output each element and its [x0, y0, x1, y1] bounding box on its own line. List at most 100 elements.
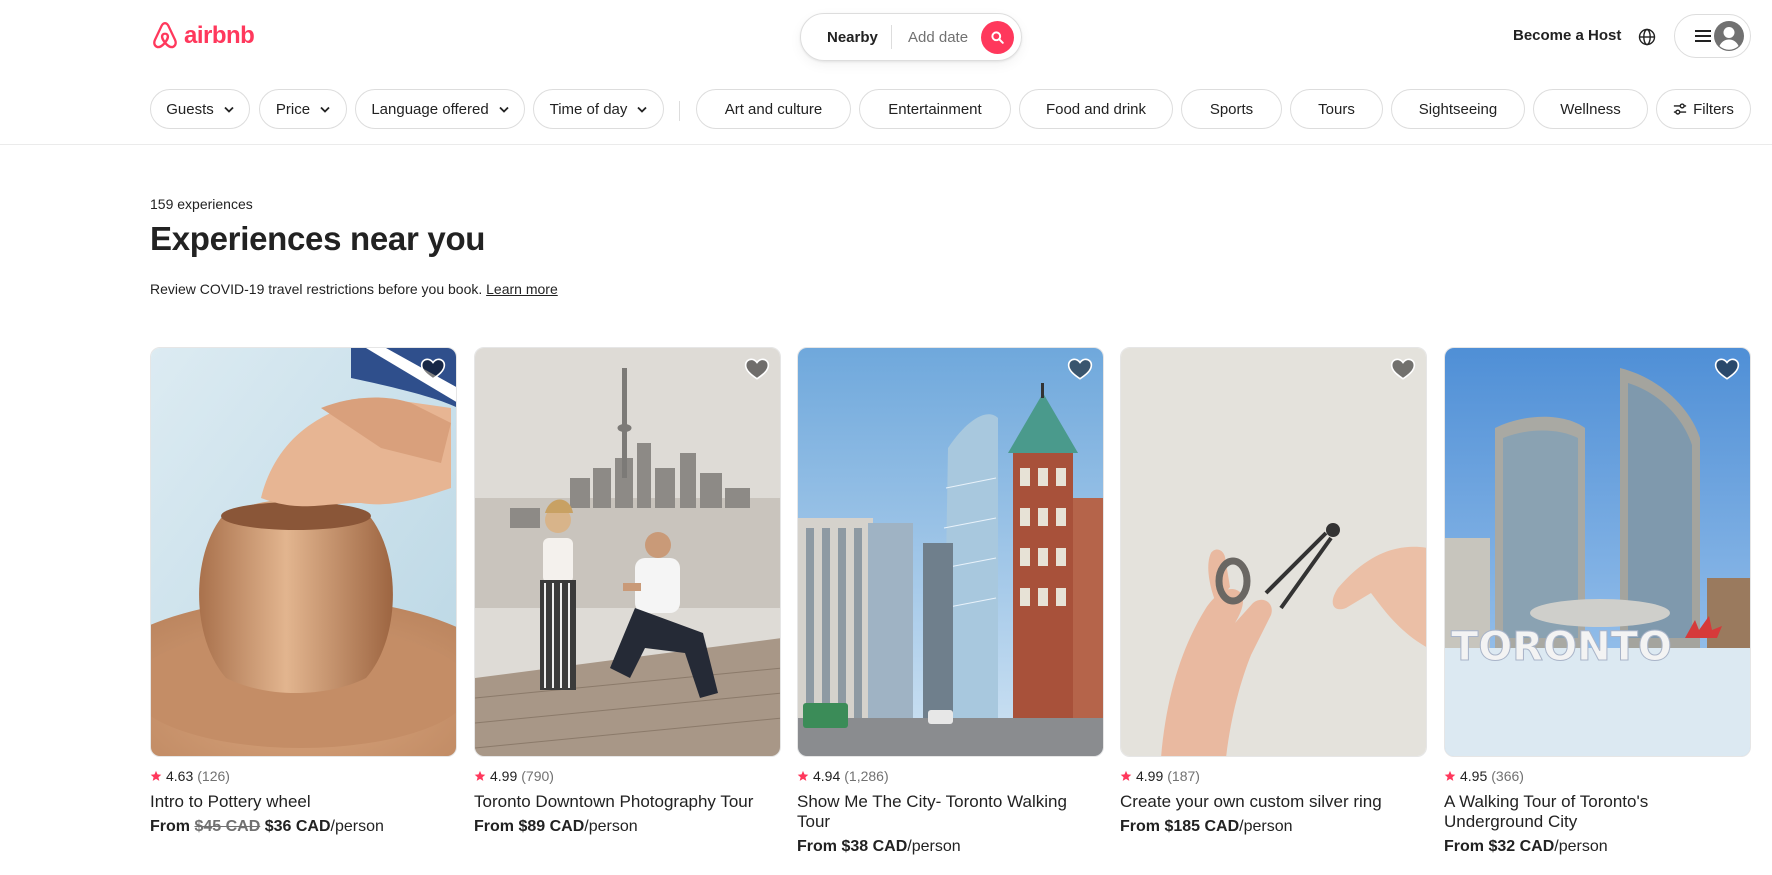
experience-card[interactable]: 4.94 (1,286) Show Me The City- Toronto W…	[797, 347, 1104, 856]
become-a-host-link[interactable]: Become a Host	[1513, 27, 1621, 44]
chevron-down-icon	[499, 106, 509, 113]
results-count: 159 experiences	[150, 196, 253, 212]
experience-card[interactable]: 4.63 (126) Intro to Pottery wheel From $…	[150, 347, 457, 836]
chevron-down-icon	[320, 106, 330, 113]
category-sightseeing[interactable]: Sightseeing	[1391, 89, 1525, 129]
category-entertainment[interactable]: Entertainment	[859, 89, 1011, 129]
category-food-and-drink[interactable]: Food and drink	[1019, 89, 1173, 129]
pill-label: Language offered	[371, 100, 489, 118]
star-icon	[474, 770, 486, 781]
experience-title[interactable]: Intro to Pottery wheel	[150, 792, 457, 812]
learn-more-link[interactable]: Learn more	[486, 281, 558, 297]
review-count: (790)	[521, 768, 554, 784]
experience-title[interactable]: A Walking Tour of Toronto's Underground …	[1444, 792, 1751, 832]
experience-title[interactable]: Create your own custom silver ring	[1120, 792, 1427, 812]
heart-icon[interactable]	[1390, 356, 1416, 382]
filters-label: Filters	[1693, 100, 1734, 118]
rating-value: 4.63	[166, 768, 194, 784]
price-row: From $38 CAD/person	[797, 838, 1104, 856]
pottery-photo	[151, 348, 456, 756]
photography-tour-photo	[475, 348, 780, 756]
brand-name: airbnb	[184, 22, 255, 49]
date-field[interactable]: Add date	[892, 29, 982, 46]
covid-text: Review COVID-19 travel restrictions befo…	[150, 281, 483, 297]
pill-label: Sightseeing	[1418, 100, 1498, 118]
top-navigation: airbnb Nearby Add date Become a Host Gue…	[0, 0, 1772, 145]
category-art-and-culture[interactable]: Art and culture	[696, 89, 851, 129]
experience-card[interactable]: 4.99 (187) Create your own custom silver…	[1120, 347, 1427, 836]
pill-label: Sports	[1209, 100, 1254, 118]
review-count: (366)	[1491, 768, 1524, 784]
heart-icon[interactable]	[1714, 356, 1740, 382]
airbnb-logo-icon	[153, 21, 177, 49]
experience-card[interactable]: TORONTO 4.95 (366) A Walking Tour of Tor…	[1444, 347, 1751, 856]
price-unit: /person	[330, 818, 384, 835]
time-of-day-filter-button[interactable]: Time of day	[533, 89, 664, 129]
pill-label: Wellness	[1560, 100, 1621, 118]
price-row: From $185 CAD/person	[1120, 818, 1427, 836]
airbnb-logo[interactable]: airbnb	[150, 20, 255, 52]
price-filter-button[interactable]: Price	[259, 89, 347, 129]
heart-icon[interactable]	[1067, 356, 1093, 382]
hamburger-menu-icon	[1695, 30, 1711, 42]
pill-label: Entertainment	[888, 100, 982, 118]
filters-button[interactable]: Filters	[1656, 89, 1751, 129]
pill-label: Time of day	[549, 100, 628, 118]
review-count: (187)	[1167, 768, 1200, 784]
experience-photo[interactable]	[797, 347, 1104, 757]
price-unit: /person	[1554, 838, 1608, 855]
price-prefix: From	[150, 818, 190, 835]
search-icon	[991, 31, 1004, 44]
category-wellness[interactable]: Wellness	[1533, 89, 1648, 129]
page-title: Experiences near you	[150, 220, 486, 257]
language-filter-button[interactable]: Language offered	[355, 89, 525, 129]
experience-photo[interactable]	[474, 347, 781, 757]
rating-value: 4.94	[813, 768, 841, 784]
price-unit: /person	[584, 818, 638, 835]
experience-title[interactable]: Toronto Downtown Photography Tour	[474, 792, 781, 812]
experience-photo[interactable]	[1120, 347, 1427, 757]
city-walking-tour-photo	[798, 348, 1103, 756]
rating-row: 4.95 (366)	[1444, 768, 1751, 784]
covid-notice: Review COVID-19 travel restrictions befo…	[150, 281, 558, 297]
price-row: From $45 CAD $36 CAD/person	[150, 818, 457, 836]
review-count: (126)	[197, 768, 230, 784]
pill-label: Price	[275, 100, 311, 118]
search-bar[interactable]: Nearby Add date	[800, 13, 1022, 61]
price-value: $89 CAD	[518, 818, 585, 835]
pill-label: Tours	[1318, 100, 1355, 118]
star-icon	[150, 770, 162, 781]
experience-photo[interactable]	[150, 347, 457, 757]
guests-filter-button[interactable]: Guests	[150, 89, 250, 129]
globe-icon[interactable]	[1637, 27, 1657, 47]
user-avatar-icon	[1714, 21, 1744, 51]
price-prefix: From	[797, 838, 837, 855]
user-menu-button[interactable]	[1674, 14, 1751, 58]
pill-label: Art and culture	[724, 100, 823, 118]
original-price: $45 CAD	[194, 818, 261, 835]
location-field[interactable]: Nearby	[801, 29, 891, 46]
pill-label: Food and drink	[1045, 100, 1147, 118]
price-row: From $89 CAD/person	[474, 818, 781, 836]
svg-text:TORONTO: TORONTO	[1451, 624, 1672, 670]
sliders-icon	[1673, 103, 1687, 115]
experience-photo[interactable]: TORONTO	[1444, 347, 1751, 757]
rating-row: 4.99 (187)	[1120, 768, 1427, 784]
heart-icon[interactable]	[744, 356, 770, 382]
star-icon	[797, 770, 809, 781]
rating-value: 4.99	[490, 768, 518, 784]
search-button[interactable]	[981, 21, 1014, 54]
experience-card[interactable]: 4.99 (790) Toronto Downtown Photography …	[474, 347, 781, 836]
category-tours[interactable]: Tours	[1290, 89, 1383, 129]
price-value: $185 CAD	[1164, 818, 1240, 835]
rating-row: 4.63 (126)	[150, 768, 457, 784]
heart-icon[interactable]	[420, 356, 446, 382]
category-sports[interactable]: Sports	[1181, 89, 1282, 129]
price-prefix: From	[474, 818, 514, 835]
filter-divider	[679, 101, 680, 121]
price-value: $38 CAD	[841, 838, 908, 855]
price-prefix: From	[1120, 818, 1160, 835]
review-count: (1,286)	[844, 768, 889, 784]
rating-value: 4.95	[1460, 768, 1488, 784]
experience-title[interactable]: Show Me The City- Toronto Walking Tour	[797, 792, 1104, 832]
